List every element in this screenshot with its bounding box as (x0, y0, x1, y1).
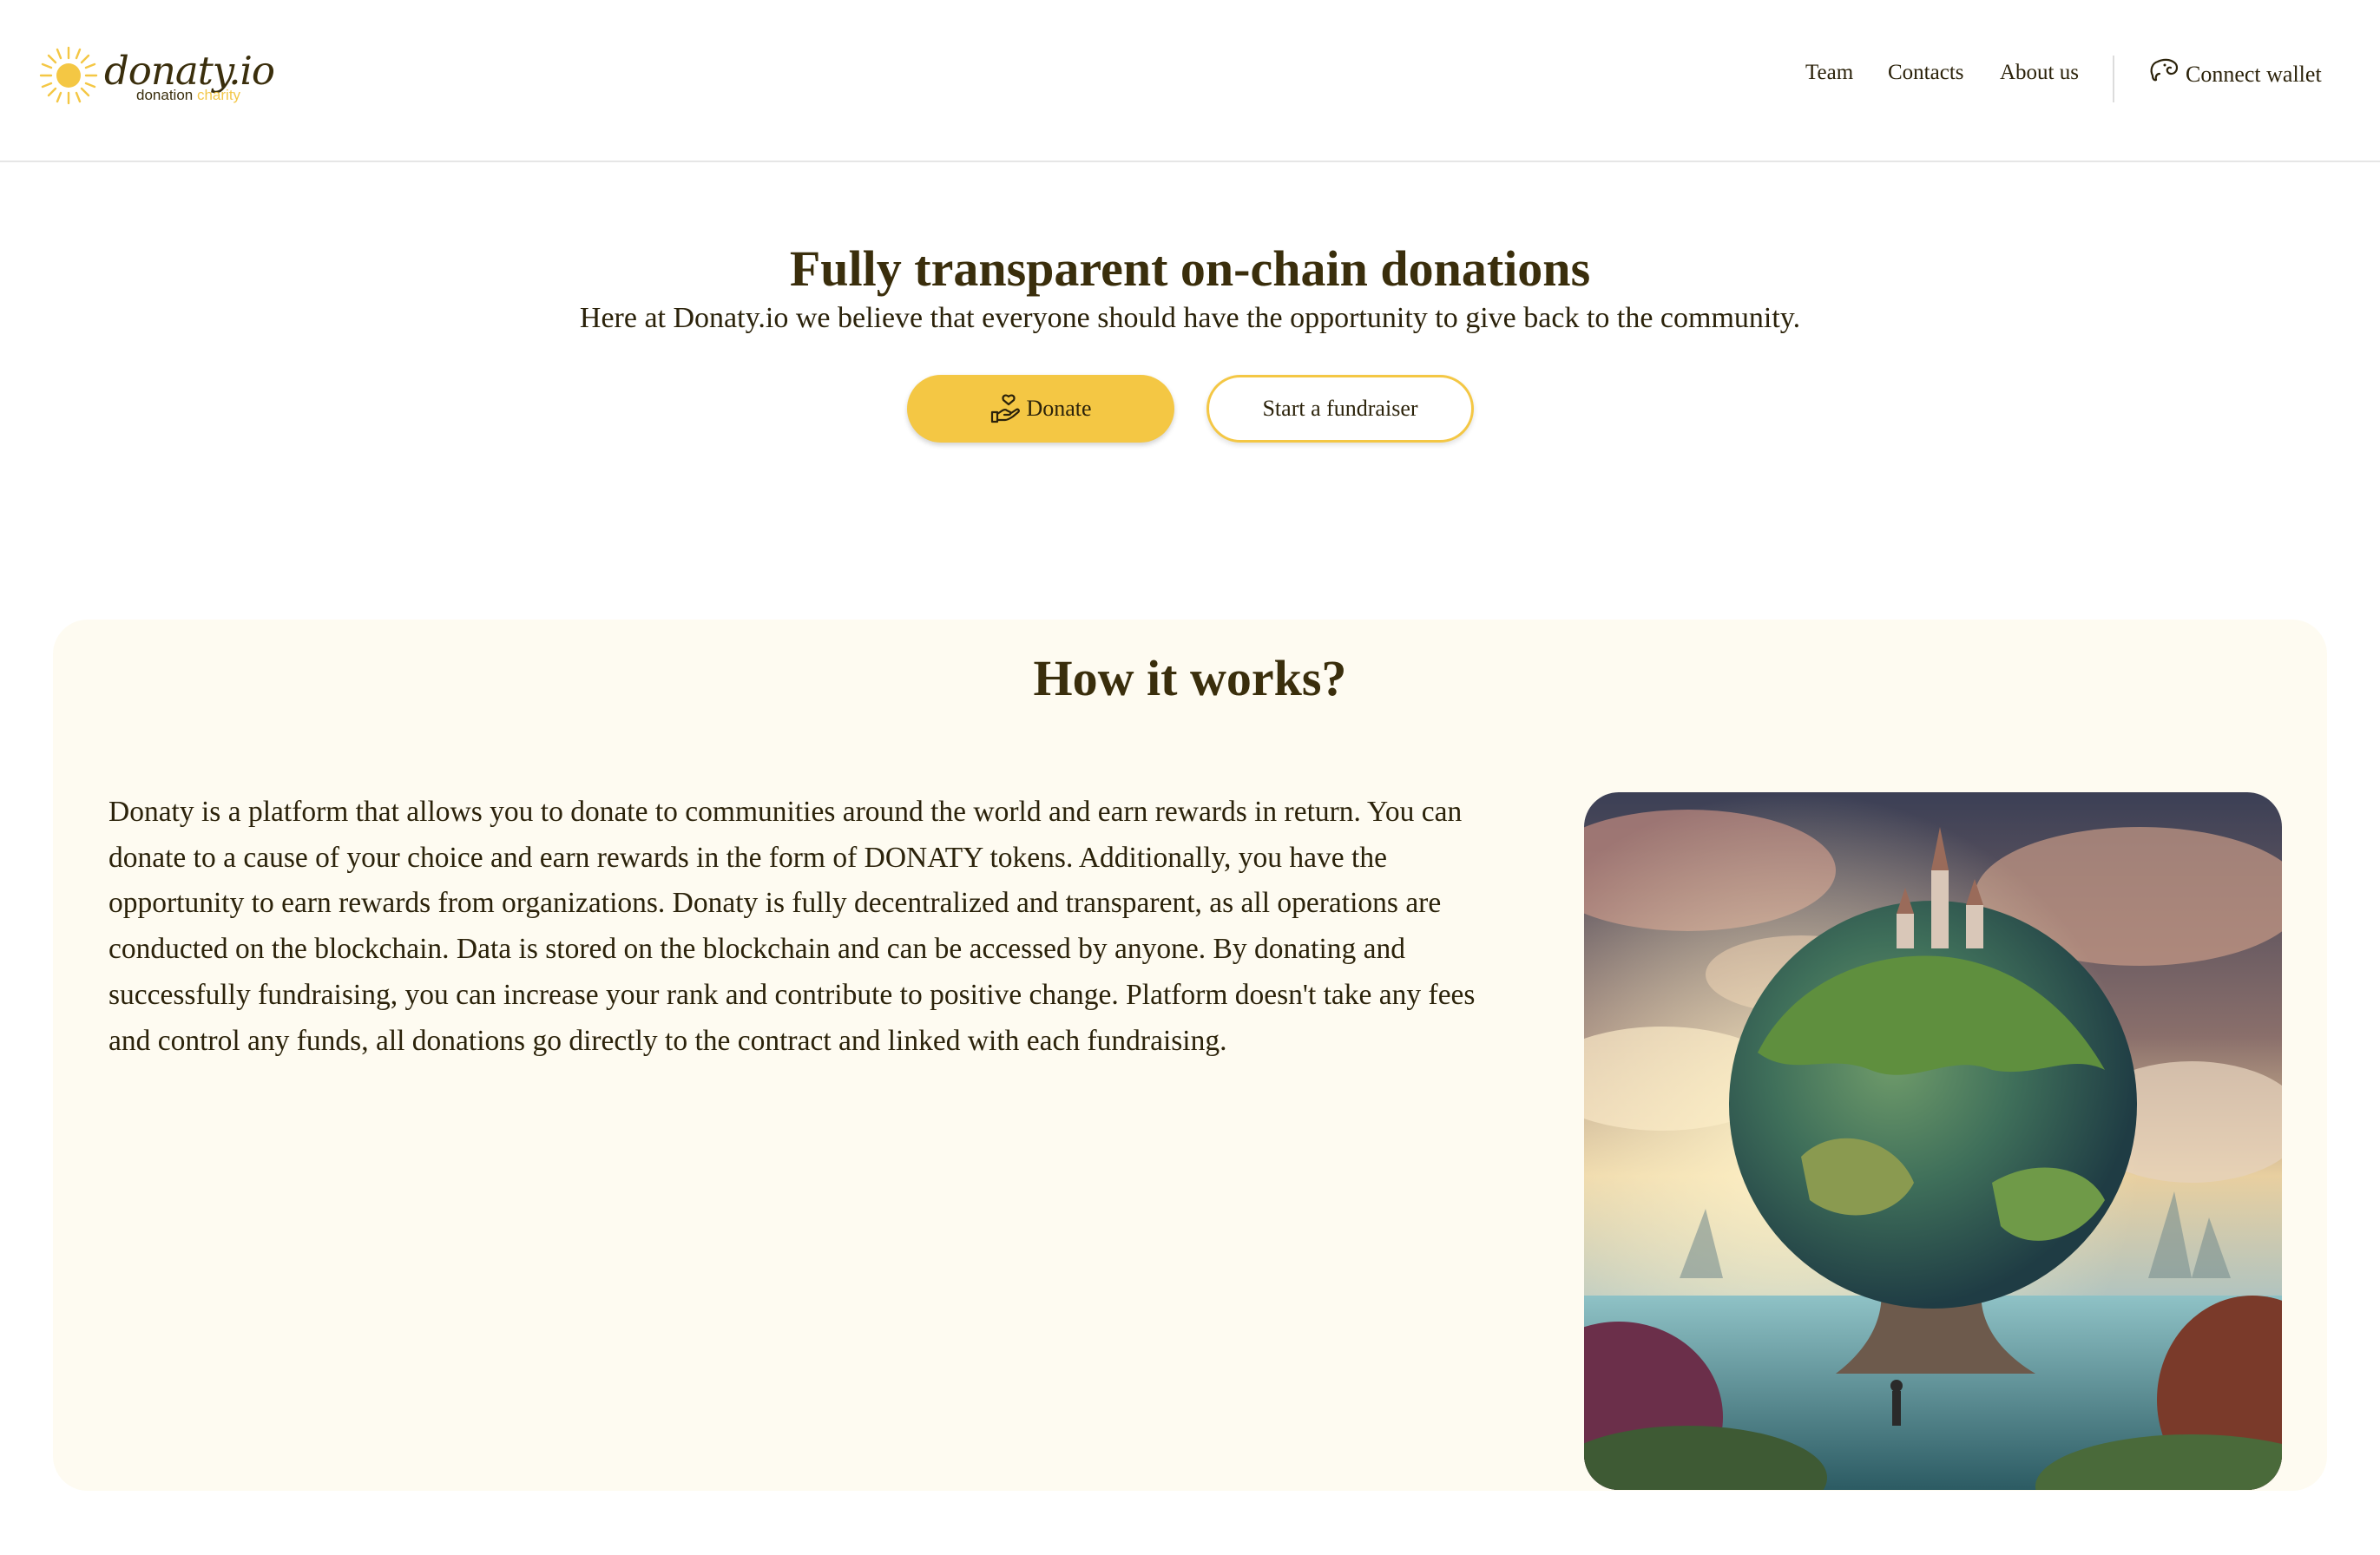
nav-contacts[interactable]: Contacts (1888, 59, 1964, 87)
logo-tagline: donation charity (136, 87, 240, 104)
wallet-icon (2150, 58, 2179, 82)
connect-wallet-label: Connect wallet (2186, 62, 2322, 87)
how-it-works-section: How it works? Donaty is a platform that … (53, 620, 2327, 1491)
hero-title: Fully transparent on-chain donations (789, 240, 1591, 297)
logo[interactable]: donaty.io donation charity (38, 45, 275, 111)
logo-tagline-donation: donation (136, 87, 194, 103)
how-it-works-description: Donaty is a platform that allows you to … (108, 796, 1476, 1057)
start-fundraiser-label: Start a fundraiser (1262, 396, 1418, 421)
site-header: donaty.io donation charity Team Contacts… (0, 0, 2380, 162)
how-it-works-title: How it works? (1033, 650, 1347, 706)
nav-divider (2113, 56, 2114, 102)
sun-icon (39, 46, 98, 105)
fantasy-globe-image (1584, 792, 2282, 1490)
logo-tagline-charity: charity (196, 87, 241, 103)
donate-button[interactable]: Donate (907, 375, 1174, 443)
globe-tree-illustration (1584, 792, 2282, 1490)
connect-wallet-button[interactable]: Connect wallet (2147, 54, 2322, 89)
nav-about[interactable]: About us (2000, 59, 2079, 87)
donate-label: Donate (1026, 396, 1092, 421)
hero-subtitle: Here at Donaty.io we believe that everyo… (579, 302, 1801, 334)
hand-heart-icon (991, 394, 1021, 423)
nav-team[interactable]: Team (1805, 59, 1853, 87)
start-fundraiser-button[interactable]: Start a fundraiser (1206, 375, 1474, 443)
